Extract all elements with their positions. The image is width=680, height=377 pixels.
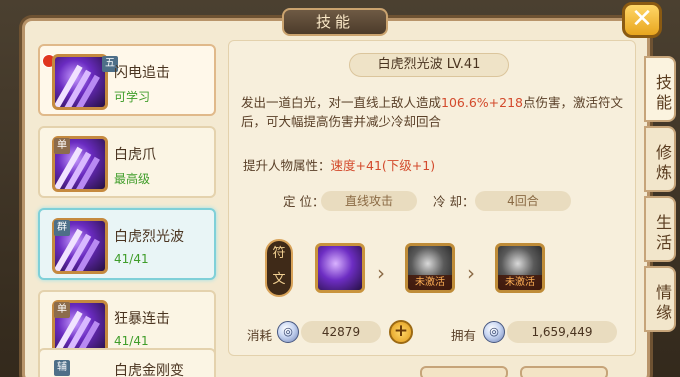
skill-detail-panel: 白虎烈光波 LV.41 发出一道白光，对一直线上敌人造成106.6%+218点伤… bbox=[228, 40, 636, 356]
window-title: 技能 bbox=[282, 8, 388, 36]
rune-status: 未激活 bbox=[408, 275, 452, 290]
skill-item-3[interactable]: 群 白虎烈光波 41/41 bbox=[38, 208, 216, 280]
attribute-line: 提升人物属性：速度+41(下级+1) bbox=[243, 155, 435, 174]
attribute-label: 提升人物属性： bbox=[243, 158, 331, 173]
cooldown-label: 冷 却： bbox=[433, 194, 475, 209]
silver-coin-icon: ◎ bbox=[483, 321, 505, 343]
skill-item-5[interactable]: 辅 白虎金刚变 bbox=[38, 348, 216, 377]
bottom-button[interactable] bbox=[520, 366, 608, 377]
skill-name: 白虎金刚变 bbox=[114, 363, 184, 377]
silver-coin-icon: ◎ bbox=[277, 321, 299, 343]
cost-label: 消耗 bbox=[247, 328, 273, 343]
skill-item-1[interactable]: 五 闪电追击 可学习 bbox=[38, 44, 216, 116]
cost-value: 42879 bbox=[301, 321, 381, 343]
bottom-button[interactable] bbox=[420, 366, 508, 377]
skill-status: 最高级 bbox=[114, 172, 151, 186]
skill-name: 白虎爪 bbox=[114, 147, 156, 163]
arrow-right-icon: › bbox=[467, 261, 475, 285]
position-value: 直线攻击 bbox=[321, 191, 417, 211]
skill-name: 狂暴连击 bbox=[114, 311, 170, 327]
game-screen: 技能 ✕ 五 闪电追击 可学习 单 白虎爪 最高级 群 白虎烈光波 41/41 … bbox=[0, 0, 680, 377]
own-label: 拥有 bbox=[451, 328, 477, 343]
skill-name: 白虎烈光波 bbox=[114, 229, 184, 245]
skill-status: 可学习 bbox=[114, 90, 151, 104]
arrow-right-icon: › bbox=[377, 261, 385, 285]
own-value: 1,659,449 bbox=[507, 321, 617, 343]
skill-name: 闪电追击 bbox=[114, 65, 170, 81]
tab-bonds[interactable]: 情缘 bbox=[644, 266, 676, 332]
tab-life[interactable]: 生活 bbox=[644, 196, 676, 262]
inactive-rune-icon[interactable]: 未激活 bbox=[495, 243, 545, 293]
attribute-value: 速度+41(下级+1) bbox=[330, 158, 436, 173]
skill-type-badge: 单 bbox=[54, 302, 70, 318]
skill-description: 发出一道白光，对一直线上敌人造成106.6%+218点伤害，激活符文后，可大幅提… bbox=[241, 93, 629, 131]
inactive-rune-icon[interactable]: 未激活 bbox=[405, 243, 455, 293]
active-rune-icon[interactable] bbox=[315, 243, 365, 293]
add-currency-button[interactable]: + bbox=[389, 320, 413, 344]
skill-status: 41/41 bbox=[114, 334, 149, 348]
skill-item-2[interactable]: 单 白虎爪 最高级 bbox=[38, 126, 216, 198]
lightning-skill-icon bbox=[52, 54, 108, 110]
skill-type-badge: 辅 bbox=[54, 360, 70, 376]
tab-cultivation[interactable]: 修炼 bbox=[644, 126, 676, 192]
skill-status: 41/41 bbox=[114, 252, 149, 266]
skill-title: 白虎烈光波 LV.41 bbox=[349, 53, 509, 77]
tab-skills[interactable]: 技能 bbox=[644, 56, 676, 122]
cooldown-value: 4回合 bbox=[475, 191, 571, 211]
rune-status: 未激活 bbox=[498, 275, 542, 290]
desc-highlight: 106.6%+218 bbox=[441, 95, 524, 110]
skill-type-badge: 单 bbox=[54, 138, 70, 154]
skill-type-badge: 群 bbox=[54, 220, 70, 236]
rune-label: 符文 bbox=[265, 239, 293, 297]
close-button[interactable]: ✕ bbox=[622, 2, 662, 38]
position-label: 定 位： bbox=[283, 194, 325, 209]
desc-text: 发出一道白光，对一直线上敌人造成 bbox=[241, 95, 442, 110]
skill-list: 五 闪电追击 可学习 单 白虎爪 最高级 群 白虎烈光波 41/41 单 狂暴连… bbox=[38, 44, 218, 377]
